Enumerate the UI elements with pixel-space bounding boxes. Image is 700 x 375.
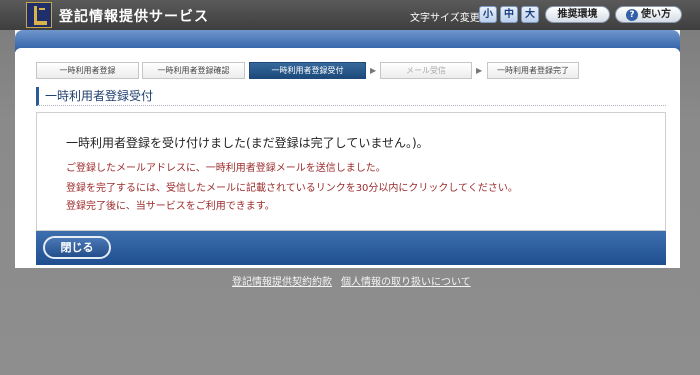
site-title: 登記情報提供サービス: [59, 9, 209, 25]
page-title: 一時利用者登録受付: [36, 87, 666, 106]
step-2: 一時利用者登録確認: [142, 62, 245, 79]
close-button[interactable]: 閉じる: [43, 236, 111, 259]
header-bar: 登記情報提供サービス 文字サイズ変更 小 中 大 推奨環境 ? 使い方: [0, 0, 700, 30]
font-size-large-button[interactable]: 大: [521, 6, 539, 23]
help-button[interactable]: ? 使い方: [615, 6, 682, 23]
recommended-env-label: 推奨環境: [557, 9, 598, 20]
step-3-active: 一時利用者登録受付: [249, 62, 366, 79]
font-size-small-button[interactable]: 小: [479, 6, 497, 23]
font-size-medium-button[interactable]: 中: [500, 6, 518, 23]
message-line: ご登録したメールアドレスに、一時利用者登録メールを送信しました。: [66, 163, 386, 174]
step-arrow-icon: ▶: [370, 66, 377, 75]
message-line: 登録完了後に、当サービスをご利用できます。: [66, 201, 275, 212]
step-1: 一時利用者登録: [36, 62, 139, 79]
step-arrow-icon: ▶: [476, 66, 483, 75]
message-line: 登録を完了するには、受信したメールに記載されているリンクを30分以内にクリックし…: [66, 183, 518, 194]
font-size-label: 文字サイズ変更: [410, 13, 480, 24]
recommended-env-button[interactable]: 推奨環境: [545, 6, 610, 23]
help-label: 使い方: [641, 9, 671, 20]
action-bar: 閉じる: [36, 231, 666, 265]
question-icon: ?: [626, 9, 638, 21]
message-box: 一時利用者登録を受け付けました(まだ登録は完了していません。)。 ご登録したメー…: [36, 112, 666, 231]
step-4: メール受信: [380, 62, 472, 79]
site-logo-icon: [26, 2, 52, 28]
terms-link[interactable]: 登記情報提供契約約款: [232, 273, 332, 288]
step-5: 一時利用者登録完了: [487, 62, 579, 79]
privacy-link[interactable]: 個人情報の取り扱いについて: [341, 273, 471, 288]
message-main: 一時利用者登録を受け付けました(まだ登録は完了していません。)。: [66, 136, 429, 150]
